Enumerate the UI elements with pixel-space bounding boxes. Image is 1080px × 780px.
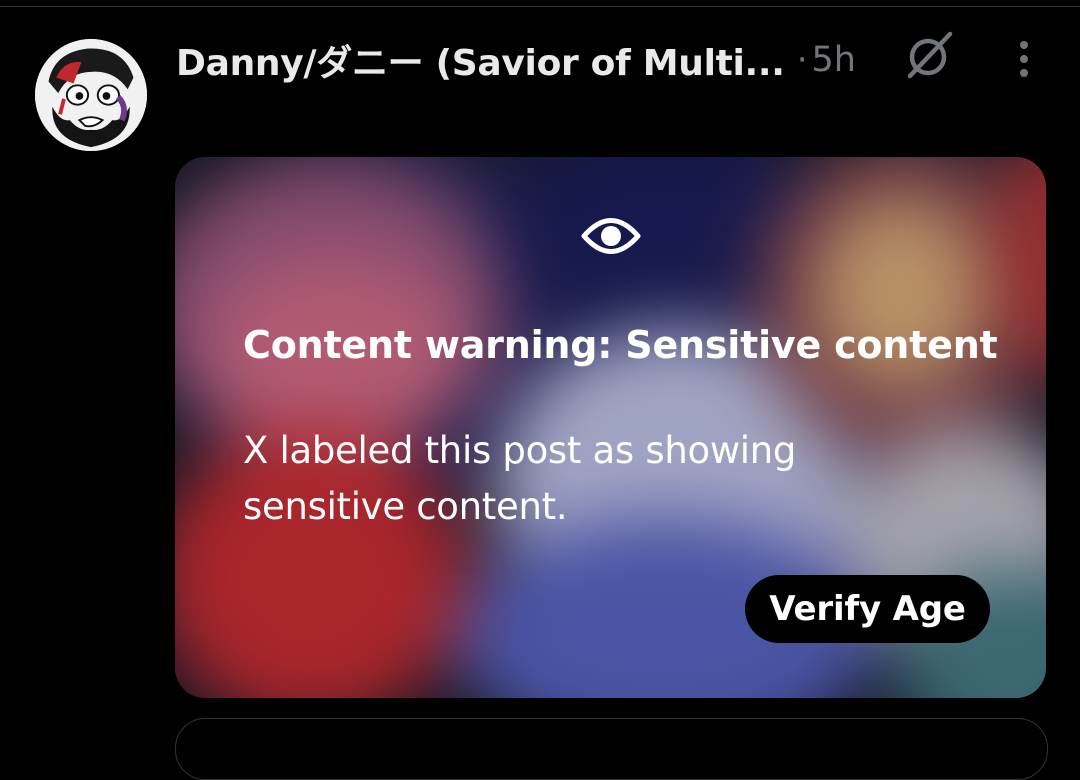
separator-dot: · bbox=[796, 40, 808, 80]
content-warning-title: Content warning: Sensitive content bbox=[243, 323, 998, 367]
top-divider bbox=[0, 6, 1080, 7]
next-card-edge bbox=[175, 718, 1048, 780]
verify-age-button[interactable]: Verify Age bbox=[745, 575, 990, 643]
sensitive-media-card[interactable]: Content warning: Sensitive content X lab… bbox=[175, 157, 1046, 698]
eye-icon bbox=[581, 213, 641, 259]
avatar-image bbox=[35, 39, 147, 151]
post-timestamp[interactable]: 5h bbox=[812, 40, 856, 80]
content-warning-description: X labeled this post as showing sensitive… bbox=[243, 429, 797, 528]
post-header: Danny/ダニー (Savior of Multi... · 5h bbox=[176, 34, 856, 86]
avatar[interactable] bbox=[33, 37, 149, 153]
grok-icon[interactable] bbox=[904, 30, 956, 80]
author-display-name[interactable]: Danny/ダニー (Savior of Multi... bbox=[176, 34, 785, 86]
more-options-icon[interactable] bbox=[1006, 38, 1042, 80]
